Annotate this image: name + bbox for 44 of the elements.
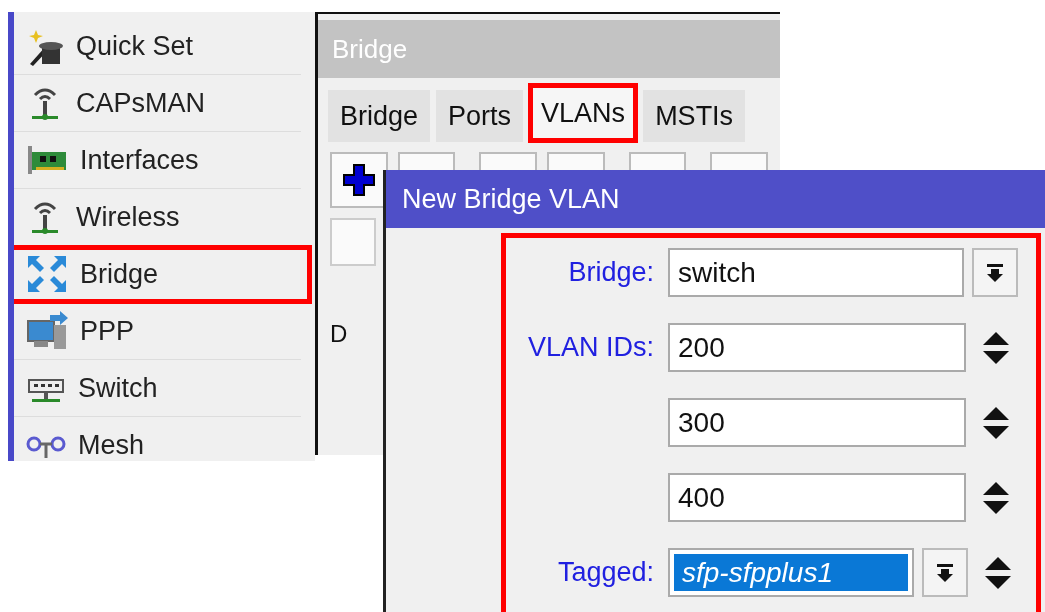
dropdown-arrow-icon [985,262,1005,283]
tab[interactable]: Bridge [328,90,431,142]
tab[interactable]: VLANs [529,84,638,142]
table-header [330,218,376,266]
menu-item-label: Wireless [76,201,180,233]
menu-item[interactable]: Interfaces [14,132,301,189]
menu-item[interactable]: Quick Set [14,18,301,75]
menu-item-label: Bridge [80,258,159,290]
spin-arrows-icon[interactable] [982,479,1010,516]
menu-item[interactable]: PPP [14,303,301,360]
add-button[interactable] [330,152,388,208]
arrows-icon [26,254,68,294]
input-field[interactable]: sfp-sfpplus1 [668,548,914,597]
table-cell: D [330,320,348,348]
field-label: Tagged: [557,557,654,587]
dialog-title: New Bridge VLAN [386,170,1045,228]
menu-item[interactable]: Wireless [14,189,301,246]
menu-item[interactable]: Bridge [14,246,311,303]
computer-icon [26,311,68,351]
menu-item-label: CAPsMAN [76,87,205,119]
field-label: Bridge: [568,257,654,287]
menu-item[interactable]: Switch [14,360,301,417]
dropdown-button[interactable] [922,548,968,597]
input-field[interactable]: 400 [668,473,966,522]
spin-arrows-icon[interactable] [982,404,1010,441]
menu-item-label: PPP [80,315,135,347]
menu-item-label: Interfaces [80,144,199,176]
dropdown-arrow-icon [935,562,955,583]
dropdown-button[interactable] [972,248,1018,297]
field-label: VLAN IDs: [527,332,654,362]
tab[interactable]: Ports [436,90,524,142]
spin-arrows-icon[interactable] [984,554,1012,591]
window-title: Bridge [318,20,780,78]
menu-item-label: Switch [78,372,158,404]
tab[interactable]: MSTIs [643,90,746,142]
spin-arrows-icon[interactable] [982,329,1010,366]
plus-icon [342,164,375,196]
input-field[interactable]: switch [668,248,964,297]
menu-item-label: Mesh [78,429,145,461]
menu-item[interactable]: CAPsMAN [14,75,301,132]
input-field[interactable]: 300 [668,398,966,447]
input-field[interactable]: 200 [668,323,966,372]
menu-item-label: Quick Set [76,30,194,62]
menu-item[interactable]: Mesh [14,417,301,461]
